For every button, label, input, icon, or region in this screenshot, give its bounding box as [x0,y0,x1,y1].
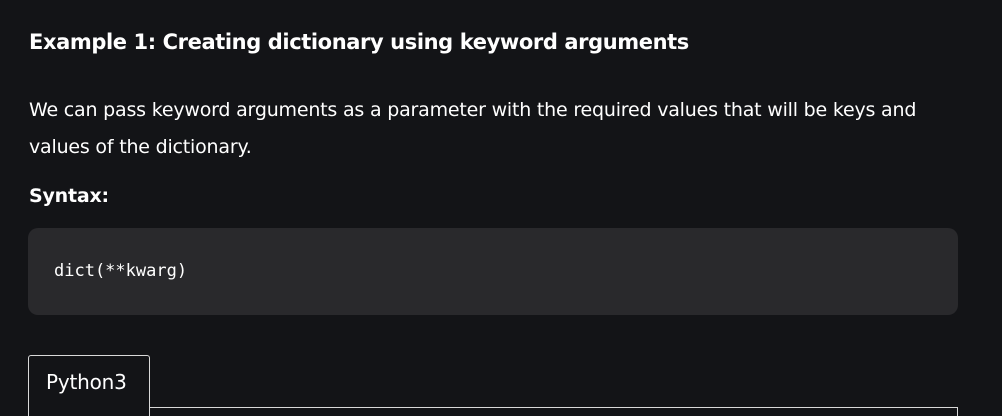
code-block: dict(**kwarg) [28,228,958,315]
description-paragraph: We can pass keyword arguments as a param… [29,99,917,158]
tab-python3[interactable]: Python3 [28,355,150,416]
tab-label: Python3 [46,370,127,394]
section-heading: Example 1: Creating dictionary using key… [29,30,689,54]
code-snippet: dict(**kwarg) [54,261,188,281]
syntax-label: Syntax: [29,185,109,207]
code-tab-panel [28,407,958,416]
